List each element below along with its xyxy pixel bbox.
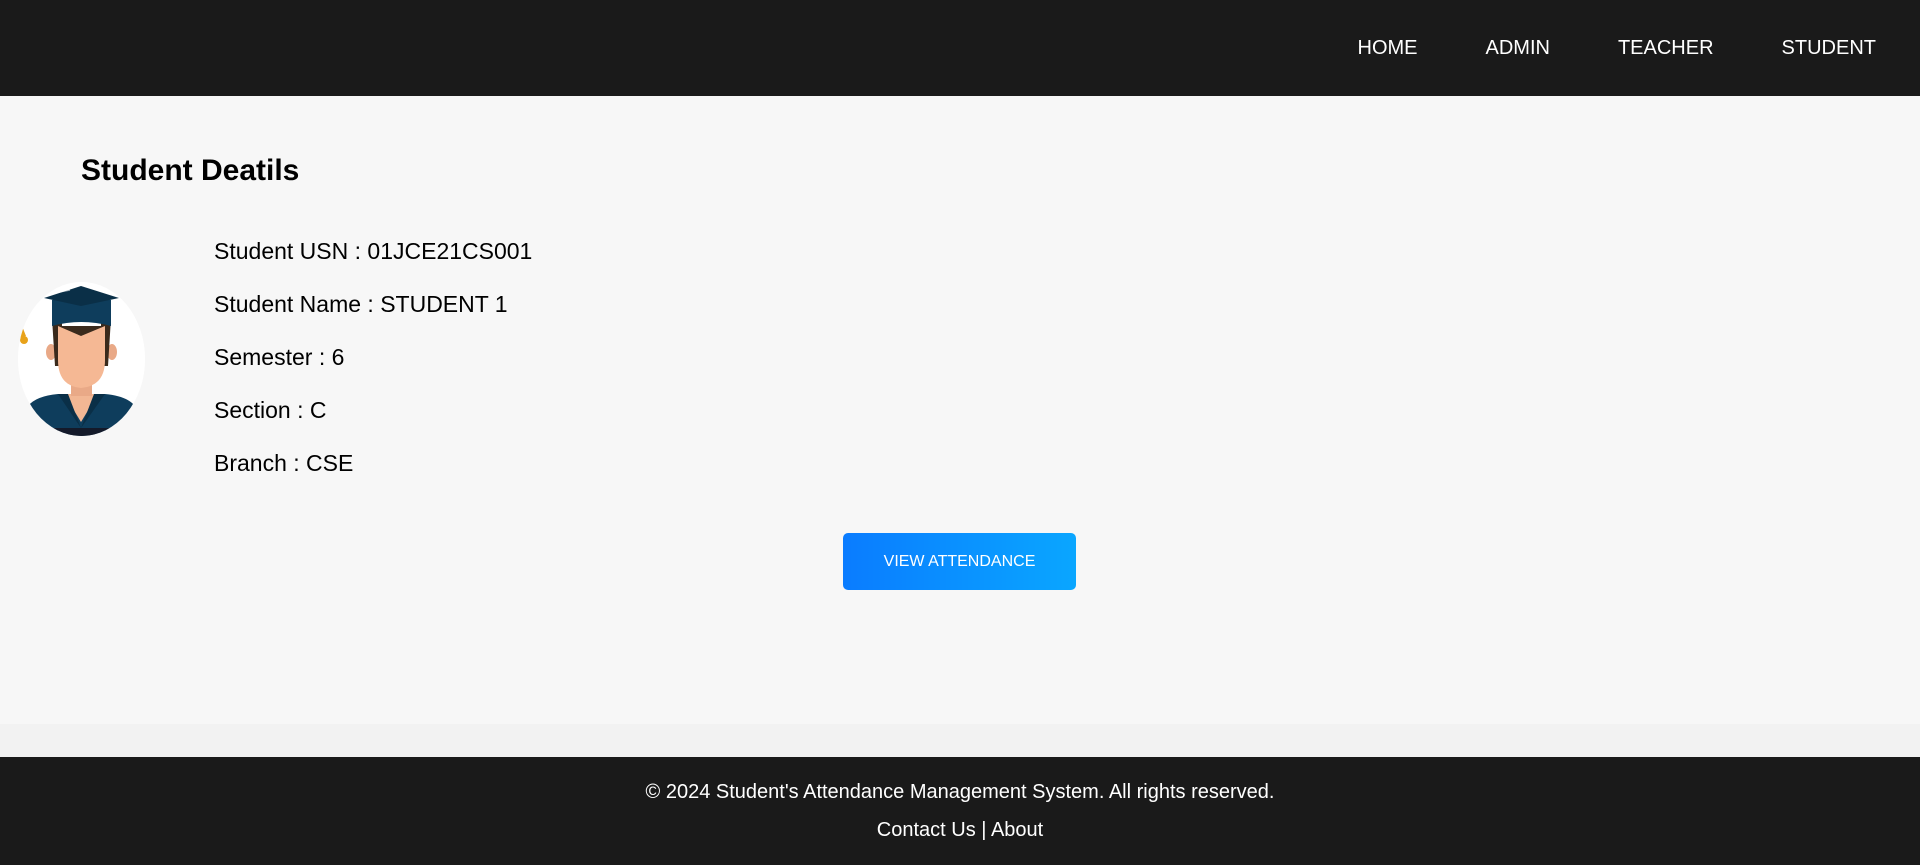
student-usn: Student USN : 01JCE21CS001 — [214, 238, 533, 264]
student-details: Student USN : 01JCE21CS001 Student Name … — [214, 238, 532, 503]
footer-links: Contact Us | About — [0, 819, 1920, 841]
about-link[interactable]: About — [991, 819, 1043, 841]
student-branch: Branch : CSE — [214, 450, 354, 476]
main-nav: HOME ADMIN TEACHER STUDENT — [1358, 0, 1876, 96]
graduate-student-icon — [18, 282, 145, 436]
footer: © 2024 Student's Attendance Management S… — [0, 757, 1920, 865]
student-avatar — [18, 282, 145, 436]
page-title: Student Deatils — [81, 154, 300, 187]
student-semester: Semester : 6 — [214, 344, 345, 370]
nav-student-link[interactable]: STUDENT — [1782, 37, 1876, 60]
top-navbar: HOME ADMIN TEACHER STUDENT — [0, 0, 1920, 96]
view-attendance-button[interactable]: VIEW ATTENDANCE — [843, 533, 1076, 590]
nav-teacher-link[interactable]: TEACHER — [1618, 37, 1714, 60]
contact-us-link[interactable]: Contact Us — [877, 819, 976, 841]
nav-admin-link[interactable]: ADMIN — [1486, 37, 1550, 60]
footer-link-separator: | — [975, 819, 991, 841]
main-content: Student Deatils Student USN: 01JCE21CS0… — [0, 96, 1920, 724]
footer-copyright: © 2024 Student's Attendance Management S… — [645, 781, 1275, 803]
student-name: Student Name : STUDENT 1 — [214, 291, 508, 317]
nav-home-link[interactable]: HOME — [1358, 37, 1418, 60]
student-section: Section : C — [214, 397, 327, 423]
